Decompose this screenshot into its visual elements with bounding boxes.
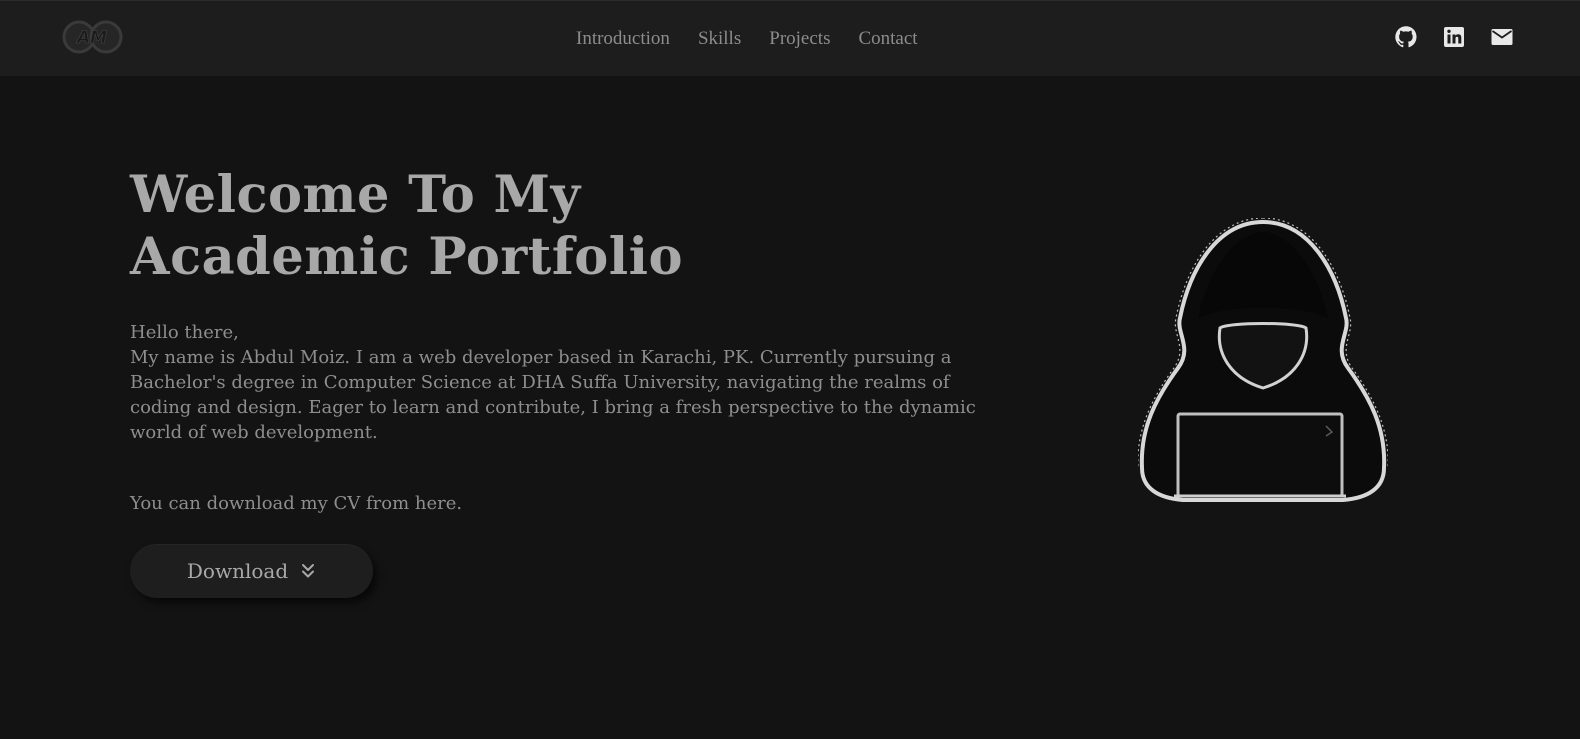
logo-text: AM [75, 28, 107, 48]
logo-icon: AM [62, 20, 123, 54]
navbar: AM Introduction Skills Projects Contact [0, 0, 1580, 76]
nav-link-introduction[interactable]: Introduction [576, 28, 670, 50]
hero-title-line2: Academic Portfolio [130, 227, 684, 287]
hooded-hacker-icon [1137, 217, 1389, 502]
download-label: Download [186, 559, 289, 583]
double-chevron-down-icon [302, 564, 315, 578]
download-button[interactable]: Download [130, 544, 373, 598]
mail-icon[interactable] [1490, 25, 1514, 49]
logo[interactable]: AM [62, 18, 126, 56]
hero-title: Welcome To My Academic Portfolio [130, 164, 750, 288]
hero-title-line1: Welcome To My [130, 165, 581, 225]
greeting-text: Hello there, [130, 322, 239, 343]
nav-links: Introduction Skills Projects Contact [576, 1, 918, 77]
bio-text: My name is Abdul Moiz. I am a web develo… [130, 347, 976, 443]
linkedin-icon[interactable] [1442, 25, 1466, 49]
hero-section: Welcome To My Academic Portfolio Hello t… [130, 164, 980, 598]
nav-link-contact[interactable]: Contact [858, 28, 917, 50]
cv-text: You can download my CV from here. [130, 493, 463, 514]
social-links [1394, 25, 1514, 49]
nav-link-skills[interactable]: Skills [698, 28, 741, 50]
hacker-illustration [1137, 217, 1389, 508]
nav-link-projects[interactable]: Projects [769, 28, 830, 50]
github-icon[interactable] [1394, 25, 1418, 49]
